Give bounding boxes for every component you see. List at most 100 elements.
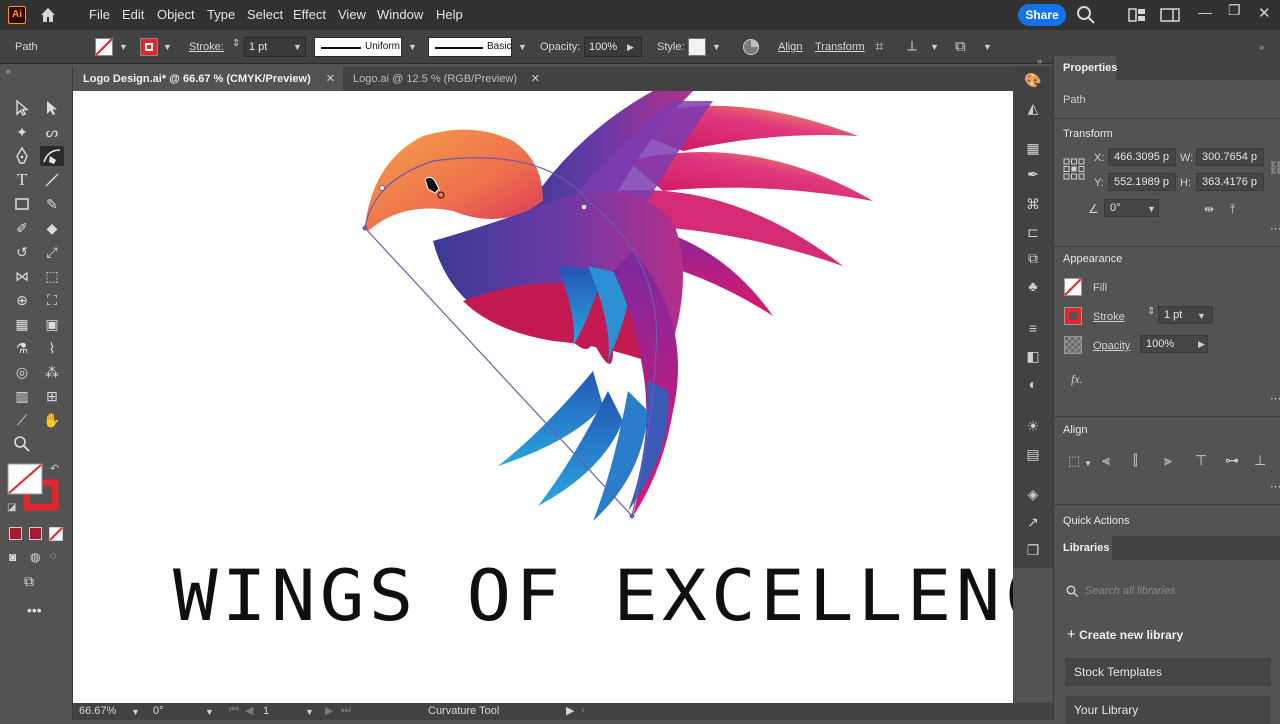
gradient-tool-icon[interactable]: ▣ (42, 314, 62, 334)
edit-toolbar-icon[interactable]: ••• (27, 602, 42, 618)
profile-chevron-icon[interactable]: ▼ (408, 42, 417, 52)
draw-inside-icon[interactable]: ◌ (50, 550, 57, 562)
club-symbol-icon[interactable]: ♣ (1023, 276, 1043, 296)
rotate-tool-icon[interactable]: ↺ (12, 242, 32, 262)
workspace-icon[interactable] (1160, 8, 1180, 22)
color-panel-icon[interactable]: 🎨 (1023, 70, 1043, 90)
color-guide-icon[interactable]: ◭ (1023, 98, 1043, 118)
search-icon[interactable] (1076, 5, 1096, 25)
flip-vertical-icon[interactable]: ⤒ (1230, 202, 1235, 217)
draw-behind-icon[interactable]: ◍ (30, 550, 40, 564)
path-options-chevron-icon[interactable]: ▼ (930, 42, 939, 52)
collapse-toolbar-icon[interactable]: « (6, 66, 11, 76)
menu-help[interactable]: Help (436, 7, 463, 22)
constrain-proportions-icon[interactable]: ⛓ (1268, 160, 1280, 176)
graphic-style-swatch[interactable] (688, 38, 706, 56)
appearance-more-icon[interactable]: ⋯ (1270, 392, 1280, 405)
export-panel-icon[interactable]: ↗ (1023, 512, 1043, 532)
y-position-field[interactable]: 552.1989 p (1108, 173, 1176, 191)
direct-selection-tool-icon[interactable] (42, 98, 62, 118)
x-position-field[interactable]: 466.3095 p (1108, 148, 1176, 166)
brush-definition[interactable]: Basic (428, 37, 512, 57)
menu-effect[interactable]: Effect (293, 7, 326, 22)
home-icon[interactable] (38, 5, 58, 25)
line-segment-tool-icon[interactable] (42, 170, 62, 190)
layers-panel-icon[interactable]: ◈ (1023, 484, 1043, 504)
properties-tab[interactable]: Properties (1054, 56, 1117, 80)
scale-tool-icon[interactable]: ⤢ (42, 242, 62, 262)
transparency-panel-icon[interactable]: ◐ (1023, 374, 1043, 394)
graphic-styles-panel-icon[interactable]: ▤ (1023, 444, 1043, 464)
draw-normal-icon[interactable]: ◙ (9, 550, 16, 564)
stroke-panel-icon[interactable]: ≡ (1023, 318, 1043, 338)
path-options-icon[interactable]: ⟂ (907, 38, 917, 55)
gradient-mode-icon[interactable] (29, 527, 42, 540)
align-more-icon[interactable]: ⋯ (1270, 480, 1280, 493)
pathfinder-panel-icon[interactable]: ⧉ (1023, 248, 1043, 268)
appearance-panel-icon[interactable]: ☀ (1023, 416, 1043, 436)
fill-dropdown-chevron-icon[interactable]: ▼ (119, 42, 128, 52)
menu-select[interactable]: Select (247, 7, 283, 22)
slice-tool-icon[interactable]: ⟋ (12, 410, 32, 430)
stroke-stepper-icon[interactable]: ⇕ (232, 38, 240, 49)
stroke-label[interactable]: Stroke: (189, 41, 224, 53)
expand-panels-icon[interactable]: » (1037, 56, 1042, 66)
style-chevron-icon[interactable]: ▼ (712, 42, 721, 52)
opacity-arrow-icon[interactable]: ▶ (627, 42, 634, 53)
stroke-swatch[interactable] (140, 38, 158, 56)
more-options-icon[interactable]: ⋯ (1270, 222, 1280, 235)
artboards-panel-icon[interactable]: ❐ (1023, 540, 1043, 560)
stroke-label[interactable]: Stroke (1093, 311, 1125, 323)
hand-tool-icon[interactable]: ✋ (42, 410, 62, 430)
swap-fill-stroke-icon[interactable]: ↶ (50, 462, 59, 475)
stroke-stepper-icon[interactable]: ⇕ (1147, 306, 1155, 317)
tab-logo-design[interactable]: Logo Design.ai* @ 66.67 % (CMYK/Preview)… (73, 67, 343, 91)
menu-window[interactable]: Window (377, 7, 423, 22)
flip-horizontal-icon[interactable]: ⇹ (1204, 202, 1214, 216)
library-item-stock-templates[interactable]: Stock Templates (1065, 658, 1271, 686)
scroll-left-icon[interactable]: ‹ (581, 704, 585, 716)
arrange-icon[interactable]: ⧉ (955, 38, 966, 55)
shape-builder-tool-icon[interactable]: ⊕ (12, 290, 32, 310)
fx-effects-button[interactable]: fx. (1071, 372, 1083, 387)
arrange-chevron-icon[interactable]: ▼ (983, 42, 992, 52)
opacity-swatch[interactable] (1064, 336, 1082, 354)
reference-point-icon[interactable] (1063, 158, 1085, 180)
align-to-icon[interactable]: ⬚ (1068, 453, 1080, 469)
zoom-chevron-icon[interactable]: ▼ (131, 707, 140, 717)
create-library-button[interactable]: + Create new library (1067, 626, 1183, 643)
artboard-number-field[interactable]: 1 (263, 705, 269, 717)
menu-file[interactable]: File (89, 7, 110, 22)
zoom-tool-icon[interactable] (12, 434, 32, 454)
recolor-artwork-icon[interactable] (742, 38, 760, 56)
rotation-field[interactable]: 0° (153, 705, 164, 717)
none-mode-icon[interactable] (49, 527, 63, 541)
artboard-tool-icon[interactable]: ⊞ (42, 386, 62, 406)
stroke-weight-chevron-icon[interactable]: ▼ (293, 42, 302, 52)
curvature-tool-icon[interactable] (40, 146, 64, 166)
previous-artboard-icon[interactable]: ◀ (245, 704, 253, 717)
opacity-label[interactable]: Opacity (1093, 340, 1130, 352)
align-link[interactable]: Align (778, 41, 802, 53)
maximize-icon[interactable]: ❐ (1228, 2, 1241, 19)
fill-swatch[interactable] (1064, 278, 1082, 296)
brush-chevron-icon[interactable]: ▼ (518, 42, 527, 52)
column-graph-tool-icon[interactable]: ▥ (12, 386, 32, 406)
stroke-swatch-panel[interactable] (1064, 307, 1082, 325)
menu-type[interactable]: Type (207, 7, 235, 22)
next-artboard-icon[interactable]: ▶ (325, 704, 333, 717)
transform-link[interactable]: Transform (815, 41, 865, 53)
opacity-arrow-icon[interactable]: ▶ (1198, 339, 1205, 350)
close-tab-icon[interactable]: ✕ (326, 67, 335, 91)
align-right-icon[interactable]: ⫸ (1164, 452, 1172, 469)
default-fill-stroke-icon[interactable]: ◪ (7, 502, 16, 513)
zoom-level-field[interactable]: 66.67% (79, 705, 116, 717)
tab-logo[interactable]: Logo.ai @ 12.5 % (RGB/Preview) ✕ (343, 67, 548, 91)
first-artboard-icon[interactable]: ⏮ (229, 704, 239, 717)
artboard-canvas[interactable]: WINGS OF EXCELLENCE (73, 91, 1013, 703)
libraries-tab[interactable]: Libraries (1054, 536, 1112, 560)
change-screen-mode-icon[interactable]: ⧉ (24, 573, 34, 590)
symbols-panel-icon[interactable]: ⌘ (1023, 194, 1043, 214)
eraser-tool-icon[interactable]: ◆ (42, 218, 62, 238)
magic-wand-tool-icon[interactable]: ✦ (12, 122, 32, 142)
